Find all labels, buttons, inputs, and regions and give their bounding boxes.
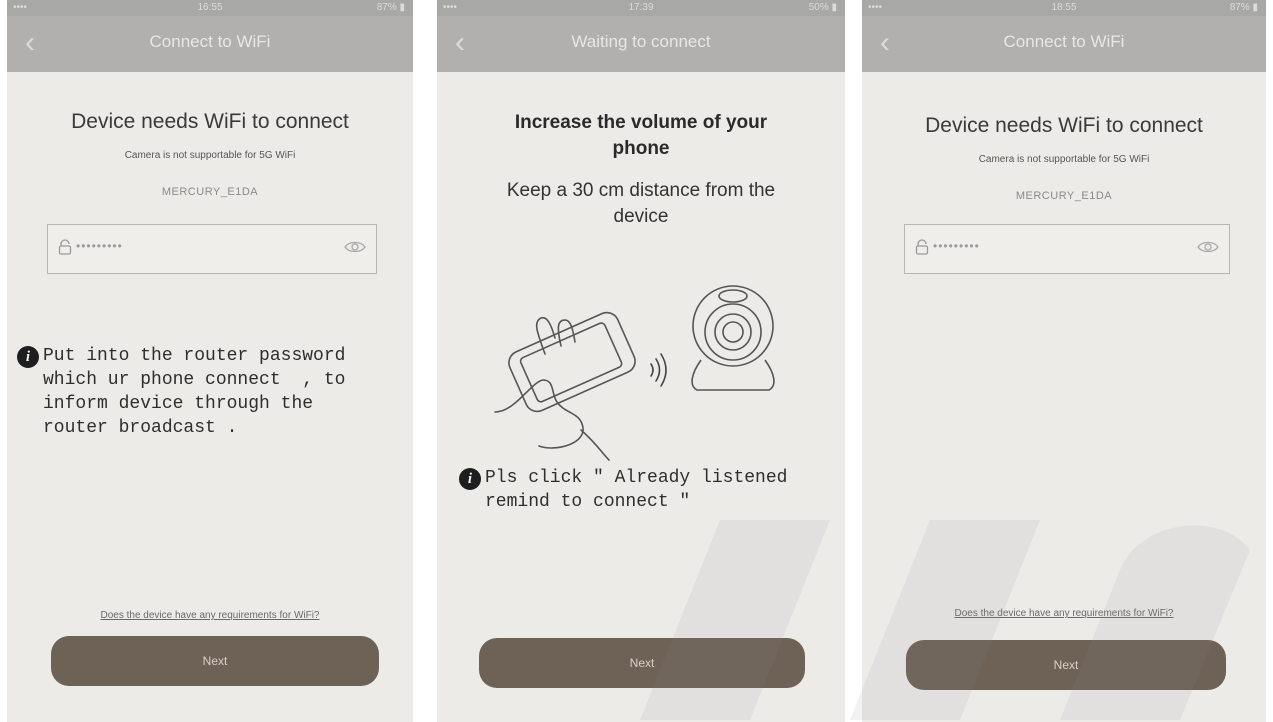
next-button[interactable]: Next — [51, 636, 379, 686]
wifi-note: Camera is not supportable for 5G WiFi — [978, 154, 1150, 165]
wifi-ssid: MERCURY_E1DA — [1015, 190, 1113, 202]
eye-icon[interactable] — [344, 240, 366, 259]
info-icon: i — [17, 346, 39, 368]
status-time: 17:39 — [628, 2, 654, 13]
screen-waiting-to-connect: •••• 17:39 50% ▮ ‹ Waiting to connect In… — [437, 0, 845, 722]
password-mask: ••••••••• — [933, 239, 980, 253]
wifi-requirements-link[interactable]: Does the device have any requirements fo… — [7, 610, 413, 621]
status-bar: •••• 16:55 87% ▮ — [7, 0, 413, 16]
wifi-ssid: MERCURY_E1DA — [161, 186, 259, 198]
screen-connect-wifi-1: •••• 16:55 87% ▮ ‹ Connect to WiFi Devic… — [7, 0, 413, 722]
info-note: i Pls click " Already listened remind to… — [459, 466, 843, 522]
status-time: 16:55 — [197, 2, 223, 13]
info-note-text: Put into the router password which ur ph… — [43, 346, 346, 438]
nav-title: Waiting to connect — [571, 32, 711, 51]
phone-icon — [508, 311, 636, 413]
next-button[interactable]: Next — [479, 638, 805, 688]
nav-bar: ‹ Connect to WiFi — [7, 16, 413, 72]
battery-indicator: 87% ▮ — [1229, 2, 1258, 13]
eye-icon[interactable] — [1197, 240, 1219, 259]
nav-title: Connect to WiFi — [1003, 32, 1125, 51]
wifi-note: Camera is not supportable for 5G WiFi — [124, 150, 296, 161]
battery-indicator: 87% ▮ — [376, 2, 405, 13]
distance-instruction: Keep a 30 cm distance from the device — [506, 180, 776, 227]
lock-icon — [915, 239, 929, 260]
page-heading: Device needs WiFi to connect — [71, 110, 349, 133]
lock-icon — [58, 239, 72, 260]
status-bar: •••• 17:39 50% ▮ — [437, 0, 845, 16]
battery-indicator: 50% ▮ — [808, 2, 837, 13]
info-note: i Put into the router password which ur … — [17, 344, 413, 454]
page-heading: Device needs WiFi to connect — [925, 114, 1203, 137]
camera-icon — [691, 285, 775, 391]
nav-title: Connect to WiFi — [149, 32, 271, 51]
password-field[interactable]: ••••••••• — [47, 224, 377, 274]
sound-wave-icon — [650, 353, 667, 387]
password-mask: ••••••••• — [76, 239, 123, 253]
phone-camera-illustration — [494, 285, 775, 461]
next-button[interactable]: Next — [906, 640, 1226, 690]
status-time: 18:55 — [1051, 2, 1077, 13]
nav-bar: ‹ Connect to WiFi — [862, 16, 1266, 72]
volume-instruction: Increase the volume of your phone — [514, 112, 768, 159]
wifi-requirements-link[interactable]: Does the device have any requirements fo… — [862, 608, 1266, 619]
info-note-text: Pls click " Already listened remind to c… — [485, 468, 788, 512]
nav-bar: ‹ Waiting to connect — [437, 16, 845, 72]
screen-connect-wifi-2: •••• 18:55 87% ▮ ‹ Connect to WiFi Devic… — [862, 0, 1266, 722]
password-field[interactable]: ••••••••• — [904, 224, 1230, 274]
info-icon: i — [459, 468, 481, 490]
status-bar: •••• 18:55 87% ▮ — [862, 0, 1266, 16]
